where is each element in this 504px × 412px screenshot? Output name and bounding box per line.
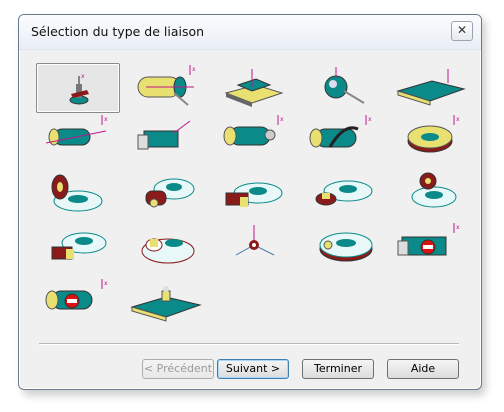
svg-text:x: x <box>368 116 372 123</box>
svg-text:x: x <box>192 66 196 73</box>
link-type-option[interactable]: x <box>36 277 120 327</box>
link-type-option[interactable]: x <box>388 113 472 163</box>
dialog-title: Sélection du type de liaison <box>31 24 205 39</box>
svg-text:x: x <box>104 280 108 287</box>
link-type-option[interactable] <box>124 113 208 163</box>
link-type-option[interactable] <box>388 167 472 217</box>
title-bar[interactable]: Sélection du type de liaison ✕ <box>19 15 481 50</box>
finish-button[interactable]: Terminer <box>302 359 374 379</box>
svg-text:x: x <box>280 116 284 123</box>
divider <box>39 343 459 345</box>
link-type-option[interactable] <box>124 277 208 327</box>
link-type-option[interactable]: x <box>36 63 120 113</box>
dialog-window: Sélection du type de liaison ✕ xxxxxxxx … <box>18 14 482 390</box>
link-type-option[interactable] <box>300 167 384 217</box>
link-type-option[interactable] <box>212 167 296 217</box>
link-type-option[interactable]: x <box>36 113 120 163</box>
previous-button[interactable]: < Précédent <box>142 359 214 379</box>
svg-text:x: x <box>456 224 460 231</box>
link-type-option[interactable] <box>212 63 296 113</box>
link-type-option[interactable] <box>124 167 208 217</box>
link-type-option[interactable] <box>388 63 472 113</box>
link-type-option[interactable] <box>36 221 120 271</box>
close-button[interactable]: ✕ <box>451 21 473 41</box>
next-button[interactable]: Suivant > <box>217 359 289 379</box>
help-button[interactable]: Aide <box>387 359 459 379</box>
link-type-option[interactable]: x <box>300 113 384 163</box>
link-type-option[interactable]: x <box>388 221 472 271</box>
link-type-option[interactable] <box>124 221 208 271</box>
link-type-option[interactable] <box>300 221 384 271</box>
svg-text:x: x <box>81 73 85 80</box>
link-type-option[interactable]: x <box>124 63 208 113</box>
svg-text:x: x <box>104 116 108 123</box>
link-type-option[interactable] <box>212 221 296 271</box>
link-type-option[interactable] <box>300 63 384 113</box>
link-type-option[interactable]: x <box>212 113 296 163</box>
dialog-client-area: xxxxxxxx < Précédent Suivant > Terminer … <box>26 51 474 383</box>
svg-text:x: x <box>456 116 460 123</box>
link-type-option[interactable] <box>36 167 120 217</box>
